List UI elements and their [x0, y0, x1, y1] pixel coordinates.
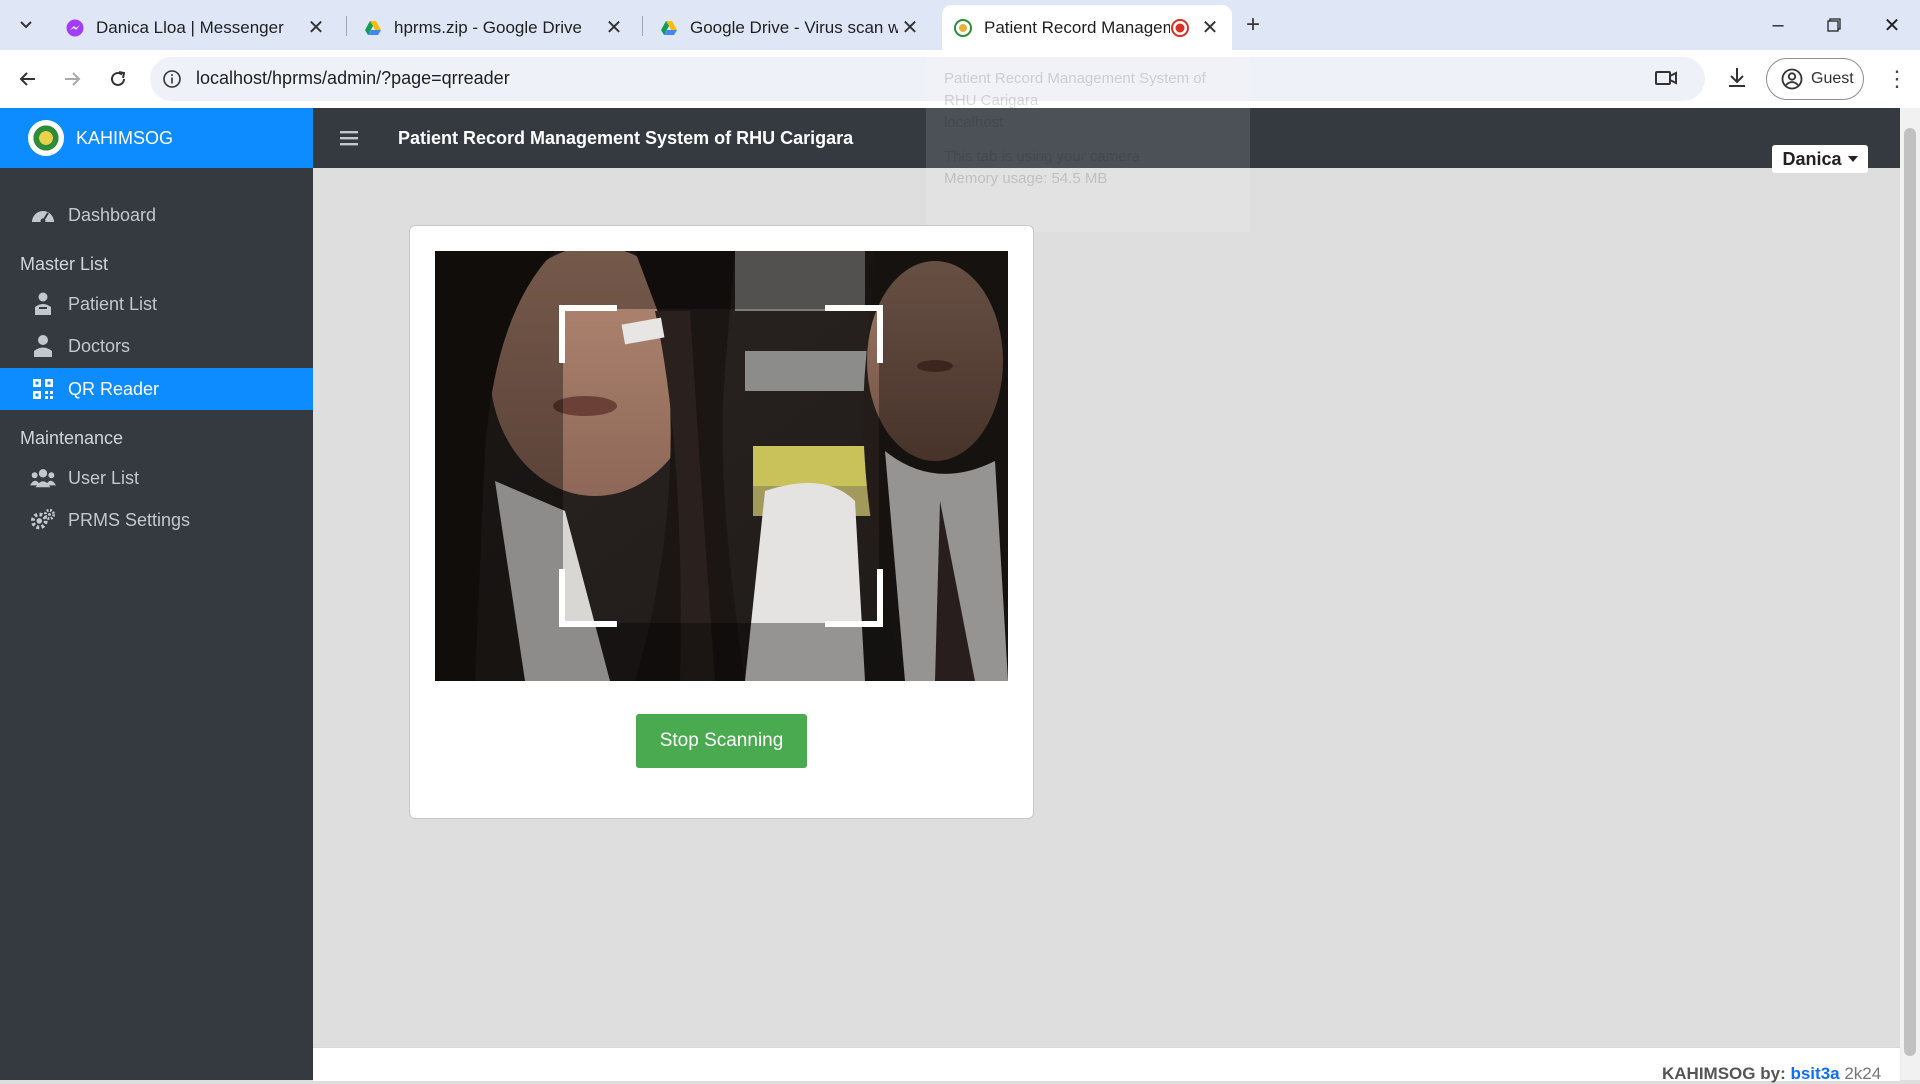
brand-link[interactable]: KAHIMSOG [0, 108, 313, 168]
sidebar-item-label: QR Reader [68, 378, 160, 399]
caret-down-icon [1847, 156, 1858, 162]
sidebar-item-label: Doctors [68, 335, 131, 356]
sidebar-item-label: Patient List [68, 293, 158, 314]
new-tab-button[interactable]: + [1240, 11, 1266, 38]
sidebar-item-qr-reader[interactable]: QR Reader [0, 368, 313, 410]
sidebar-item-label: User List [68, 467, 140, 488]
hamburger-menu-icon[interactable] [340, 128, 358, 148]
restore-icon [1827, 18, 1841, 32]
reload-icon [111, 71, 126, 86]
close-icon[interactable]: ✕ [1198, 16, 1222, 40]
download-icon[interactable] [1726, 66, 1748, 90]
footer-brand: KAHIMSOG [1662, 1064, 1756, 1083]
profile-icon [1781, 68, 1803, 90]
nav-header-maintenance: Maintenance [20, 428, 124, 448]
tab-patient-record[interactable]: Patient Record Managemen ✕ [942, 5, 1232, 50]
reload-button[interactable] [103, 64, 133, 94]
patient-icon [30, 292, 56, 316]
url-text: localhost/hprms/admin/?page=qrreader [196, 68, 510, 88]
profile-label: Guest [1811, 70, 1854, 87]
scrollbar-thumb[interactable] [1904, 128, 1916, 1056]
nav-header-master-list: Master List [20, 254, 109, 274]
scan-corner-bottom-right [825, 569, 883, 627]
camera-in-use-icon[interactable] [1654, 68, 1678, 88]
google-drive-icon [661, 20, 677, 35]
info-icon[interactable] [162, 69, 182, 89]
sidebar-item-dashboard[interactable]: Dashboard [0, 194, 313, 236]
tab-search-button[interactable] [12, 11, 40, 39]
forward-button[interactable] [57, 64, 87, 94]
browser-menu-button[interactable]: ⋮ [1886, 66, 1908, 92]
dashboard-icon [30, 203, 56, 227]
hovercard-memory-line: Memory usage: 54.5 MB [944, 170, 1108, 187]
tab-title: hprms.zip - Google Drive [394, 17, 583, 37]
hovercard-camera-line: This tab is using your camera [944, 148, 1140, 165]
sidebar-item-doctors[interactable]: Doctors [0, 325, 313, 367]
doctor-icon [30, 334, 56, 358]
tab-hprms-drive[interactable]: hprms.zip - Google Drive ✕ [346, 5, 636, 50]
hovercard-title: Patient Record Management System of RHU … [944, 70, 1206, 109]
hovercard-origin: localhost [944, 114, 1004, 131]
footer-credit: KAHIMSOG by: bsit3a 2k24 [1662, 1064, 1881, 1084]
google-drive-icon [365, 20, 381, 35]
footer-by: by: [1760, 1064, 1786, 1083]
sidebar-item-label: Dashboard [68, 204, 157, 225]
footer-author-link[interactable]: bsit3a [1790, 1064, 1839, 1083]
scan-corner-top-left [559, 305, 617, 363]
users-icon [30, 466, 56, 490]
brand-name: KAHIMSOG [76, 127, 174, 148]
forward-arrow-icon [65, 72, 81, 86]
tab-messenger[interactable]: Danica Lloa | Messenger ✕ [48, 5, 338, 50]
site-favicon [954, 18, 972, 37]
profile-button[interactable]: Guest [1766, 58, 1864, 100]
sidebar-item-prms-settings[interactable]: PRMS Settings [0, 499, 313, 541]
messenger-icon [66, 19, 84, 36]
close-window-button[interactable]: ✕ [1872, 10, 1912, 40]
camera-tab-hovercard: Patient Record Management System of RHU … [926, 56, 1250, 232]
tab-title: Patient Record Managemen [984, 17, 1170, 37]
sidebar-item-user-list[interactable]: User List [0, 457, 313, 499]
scan-corner-bottom-left [559, 569, 617, 627]
tab-drive-virus-warning[interactable]: Google Drive - Virus scan warni ✕ [642, 5, 932, 50]
qr-code-icon [30, 377, 56, 401]
back-button[interactable] [13, 64, 43, 94]
sidebar-item-label: PRMS Settings [68, 509, 191, 530]
close-icon[interactable]: ✕ [602, 16, 626, 40]
stop-scanning-button[interactable]: Stop Scanning [636, 714, 807, 768]
page-title: Patient Record Management System of RHU … [398, 128, 854, 148]
restore-button[interactable] [1814, 10, 1854, 40]
rhu-logo [28, 120, 64, 156]
user-name: Danica [1782, 148, 1842, 169]
user-dropdown-button[interactable]: Danica [1772, 145, 1868, 173]
settings-icon [30, 508, 56, 532]
footer-year: 2k24 [1844, 1064, 1882, 1083]
tab-title: Google Drive - Virus scan warni [690, 17, 898, 37]
minimize-button[interactable]: – [1758, 10, 1798, 40]
sidebar-item-patient-list[interactable]: Patient List [0, 283, 313, 325]
recording-icon [1171, 18, 1189, 37]
close-icon[interactable]: ✕ [304, 16, 328, 40]
back-arrow-icon [19, 72, 35, 86]
close-icon[interactable]: ✕ [898, 16, 922, 40]
qr-scan-region [559, 305, 883, 627]
tab-title: Danica Lloa | Messenger [96, 17, 284, 37]
scan-corner-top-right [825, 305, 883, 363]
chevron-down-icon [20, 21, 32, 29]
